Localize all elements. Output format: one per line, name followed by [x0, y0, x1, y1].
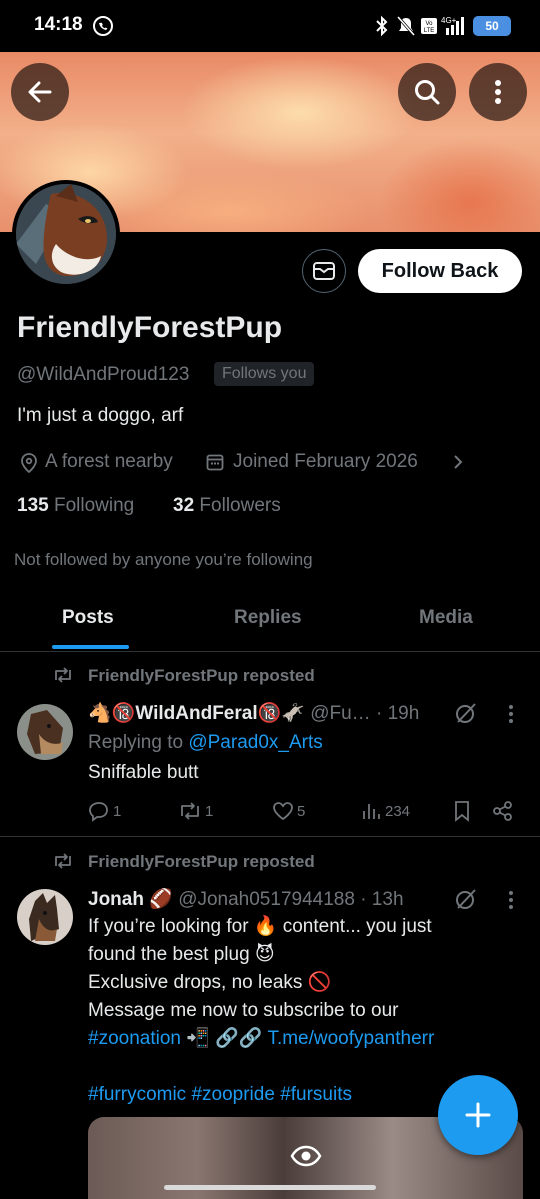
hashtag-link[interactable]: #zoonation	[88, 1028, 181, 1049]
home-indicator[interactable]	[164, 1185, 376, 1190]
author-emoji-suffix: 🏈	[149, 889, 173, 910]
eye-icon	[290, 1145, 322, 1167]
post-text-line: #zoonation 📲 🔗🔗 T.me/woofypantherr	[88, 1025, 434, 1053]
svg-text:4G+: 4G+	[441, 16, 457, 25]
author-emoji-prefix: 🐴🔞	[88, 703, 136, 724]
followers-count: 32	[173, 495, 195, 516]
replying-to-prefix: Replying to	[88, 732, 189, 753]
following-link[interactable]: 135 Following	[17, 495, 134, 517]
author-emoji-suffix: 🔞🫏	[257, 703, 305, 724]
bookmark-icon	[455, 801, 469, 822]
following-count: 135	[17, 495, 49, 516]
grok-icon[interactable]	[454, 887, 478, 911]
whatsapp-icon	[92, 15, 114, 37]
post-text-line: Exclusive drops, no leaks 🚫	[88, 972, 332, 993]
plus-icon	[465, 1102, 491, 1128]
followers-link[interactable]: 32 Followers	[173, 495, 281, 517]
post-time: · 19h	[375, 703, 420, 724]
grok-icon[interactable]	[454, 701, 478, 725]
replying-to-line: Replying to @Parad0x_Arts	[88, 729, 323, 757]
repost-action-icon	[181, 802, 199, 820]
repost-icon	[52, 852, 74, 870]
signal-icon: 4G+	[440, 15, 470, 37]
battery-indicator: 50	[473, 16, 511, 36]
hashtags-line[interactable]: #furrycomic #zoopride #fursuits	[88, 1081, 352, 1109]
following-label: Following	[53, 495, 135, 516]
post-text-line: Message me now to subscribe to our	[88, 1000, 399, 1021]
mute-icon	[396, 15, 416, 37]
replying-to-handle[interactable]: @Parad0x_Arts	[188, 732, 322, 753]
volte-icon: Vo LTE	[420, 15, 438, 37]
search-icon	[415, 80, 440, 105]
views-action[interactable]: 234	[360, 800, 410, 822]
repost-label: FriendlyForestPup reposted	[88, 666, 315, 685]
svg-text:LTE: LTE	[424, 28, 435, 34]
user-handle: @WildAndProud123	[17, 364, 190, 385]
tab-media[interactable]: Media	[419, 607, 473, 629]
tab-replies[interactable]: Replies	[234, 607, 302, 629]
post-author-avatar[interactable]	[17, 889, 73, 945]
envelope-icon	[313, 262, 335, 280]
tabs-divider	[0, 651, 540, 652]
post-header: 🐴🔞WildAndFeral🔞🫏 @Fu… · 19h	[88, 701, 419, 725]
post-text: Sniffable butt	[88, 762, 199, 783]
display-name: FriendlyForestPup	[17, 311, 283, 344]
joined-date: Joined February 2026	[233, 451, 418, 472]
share-icon	[493, 801, 512, 821]
tab-posts[interactable]: Posts	[62, 607, 114, 629]
like-action[interactable]: 5	[272, 800, 305, 822]
status-bar: 14:18 Vo LTE 4G+ 50	[0, 0, 540, 52]
post-author-name[interactable]: Jonah	[88, 889, 144, 910]
profile-avatar[interactable]	[12, 180, 120, 288]
dog-avatar-icon	[16, 184, 116, 284]
repost-count: 1	[205, 802, 214, 820]
post-emoji: 📲 🔗🔗	[180, 1028, 268, 1049]
followers-label: Followers	[199, 495, 281, 516]
external-link[interactable]: T.me/woofypantherr	[267, 1028, 434, 1049]
like-count: 5	[297, 802, 306, 820]
post-header: Jonah 🏈 @Jonah0517944188 · 13h	[88, 887, 404, 911]
post-author-avatar[interactable]	[17, 704, 73, 760]
vertical-dots-icon	[495, 80, 501, 104]
heart-icon	[273, 802, 293, 821]
status-time: 14:18	[34, 14, 83, 35]
not-followed-text: Not followed by anyone you’re following	[14, 550, 313, 569]
search-button[interactable]	[398, 63, 456, 121]
repost-icon	[52, 666, 74, 684]
profile-location: A forest nearby	[45, 451, 173, 472]
bookmark-button[interactable]	[453, 800, 471, 822]
post-more-icon[interactable]	[508, 890, 514, 910]
svg-text:Vo: Vo	[425, 21, 433, 27]
reply-count: 1	[113, 802, 122, 820]
bluetooth-icon	[372, 15, 392, 37]
calendar-icon	[206, 453, 224, 471]
reply-icon	[89, 802, 108, 822]
back-arrow-icon	[28, 81, 52, 103]
reply-action[interactable]: 1	[88, 800, 121, 822]
post-time: · 13h	[360, 889, 404, 910]
more-options-button[interactable]	[469, 63, 527, 121]
follows-you-badge: Follows you	[214, 362, 315, 386]
views-count: 234	[385, 802, 411, 820]
chevron-right-icon[interactable]	[452, 452, 464, 472]
message-button[interactable]	[302, 249, 346, 293]
post-divider	[0, 836, 540, 837]
post-author-name[interactable]: WildAndFeral	[135, 703, 257, 724]
post-author-handle[interactable]: @Fu…	[310, 703, 370, 724]
share-button[interactable]	[492, 800, 514, 822]
post-text-line: If you’re looking for 🔥 content... you j…	[88, 916, 432, 937]
post-text-line: found the best plug 😈	[88, 944, 275, 965]
profile-bio: I'm just a doggo, arf	[17, 405, 184, 426]
follow-back-button[interactable]: Follow Back	[358, 249, 522, 293]
repost-label: FriendlyForestPup reposted	[88, 852, 315, 871]
back-button[interactable]	[11, 63, 69, 121]
compose-button[interactable]	[438, 1075, 518, 1155]
location-icon	[20, 453, 38, 473]
active-tab-indicator	[52, 645, 129, 649]
post-more-icon[interactable]	[508, 704, 514, 724]
repost-action[interactable]: 1	[178, 800, 213, 822]
post-author-handle[interactable]: @Jonah0517944188	[178, 889, 355, 910]
views-bar-icon	[363, 804, 380, 819]
